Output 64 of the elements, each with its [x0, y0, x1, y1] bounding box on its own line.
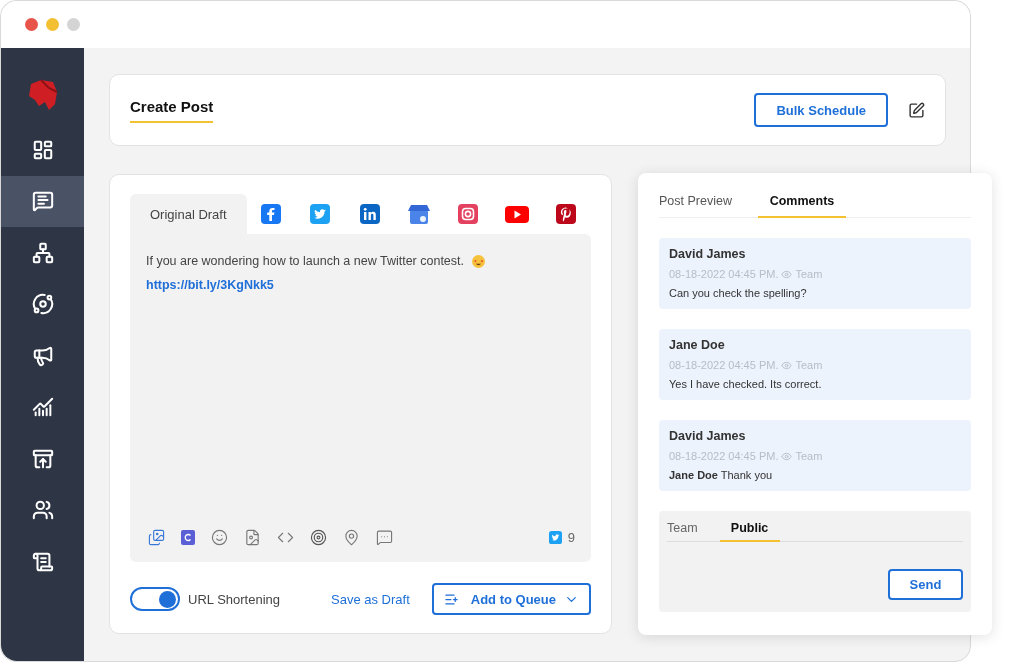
- target-icon: [310, 529, 327, 546]
- orbit-icon: [31, 293, 54, 316]
- location-tool[interactable]: [343, 529, 360, 546]
- add-to-queue-button[interactable]: Add to Queue: [431, 583, 591, 615]
- bird-icon: [310, 204, 331, 224]
- linkedin-icon: [359, 204, 380, 224]
- facebook-icon: [261, 204, 282, 224]
- network-icon: [31, 241, 54, 264]
- emoji-tool[interactable]: [211, 529, 228, 546]
- location-icon: [343, 529, 360, 546]
- storefront-icon: [407, 204, 430, 224]
- images-icon: [148, 529, 165, 546]
- draft-tab[interactable]: Original Draft: [130, 194, 247, 234]
- panel-tab[interactable]: Comments: [757, 185, 846, 218]
- play-icon: [505, 205, 530, 223]
- eye-icon: [781, 450, 793, 462]
- minimize-dot[interactable]: [46, 18, 59, 31]
- page-title: Create Post: [130, 97, 214, 123]
- eye-icon: [781, 359, 793, 371]
- logo-icon: [26, 78, 59, 112]
- chart-icon: [31, 396, 54, 419]
- dashboard-icon: [31, 138, 54, 161]
- post-link[interactable]: https://bit.ly/3KgNkk5: [146, 278, 274, 292]
- list-add-icon: [443, 591, 459, 607]
- zoom-dot[interactable]: [67, 18, 80, 31]
- document-icon: [31, 550, 54, 573]
- close-dot[interactable]: [25, 18, 38, 31]
- users-icon: [31, 499, 54, 522]
- url-shortening-toggle[interactable]: [130, 587, 180, 611]
- bulk-schedule-button[interactable]: Bulk Schedule: [754, 93, 888, 127]
- message-icon: [31, 190, 54, 213]
- gif-tool[interactable]: [244, 529, 261, 546]
- post-text-area[interactable]: If you are wondering how to launch a new Twitter contest. https://bit.ly/3KgNkk5 9: [130, 234, 591, 562]
- instagram-icon: [458, 204, 478, 224]
- post-text: If you are wondering how to launch a new Twitter contest.: [146, 254, 464, 268]
- bird-icon: [548, 531, 562, 544]
- send-button[interactable]: Send: [888, 569, 963, 600]
- pinterest-icon: [556, 204, 577, 224]
- comment-text: Yes I have checked. Its correct.: [669, 378, 823, 390]
- file-icon: [244, 529, 261, 546]
- comment-icon: [376, 529, 393, 546]
- edit-icon[interactable]: [908, 101, 925, 119]
- reply-box[interactable]: Team Public Send: [659, 511, 971, 612]
- toggle-label: URL Shortening: [188, 591, 280, 607]
- eye-icon: [781, 268, 793, 280]
- comment-tool[interactable]: [376, 529, 393, 546]
- reply-tab[interactable]: Team: [667, 515, 698, 542]
- comment-author: David James: [669, 247, 747, 261]
- emoji-icon: [211, 529, 228, 546]
- sidebar-item[interactable]: [1, 175, 84, 227]
- target-tool[interactable]: [310, 529, 327, 546]
- panel-tab[interactable]: Post Preview: [659, 185, 732, 218]
- reply-tab[interactable]: Public: [719, 515, 780, 542]
- comment-author: Jane Doe: [669, 338, 726, 352]
- save-draft-button[interactable]: Save as Draft: [325, 590, 416, 608]
- letter-tile-icon: [181, 530, 195, 545]
- megaphone-icon: [31, 344, 54, 367]
- comment-text: Can you check the spelling?: [669, 287, 808, 299]
- comment-author: David James: [669, 429, 747, 443]
- canva-tool[interactable]: [181, 530, 195, 545]
- media-tool[interactable]: [148, 529, 165, 546]
- inbox-icon: [31, 447, 54, 470]
- character-count: 9: [567, 530, 575, 545]
- comment-text: Jane Doe Thank you: [669, 469, 774, 481]
